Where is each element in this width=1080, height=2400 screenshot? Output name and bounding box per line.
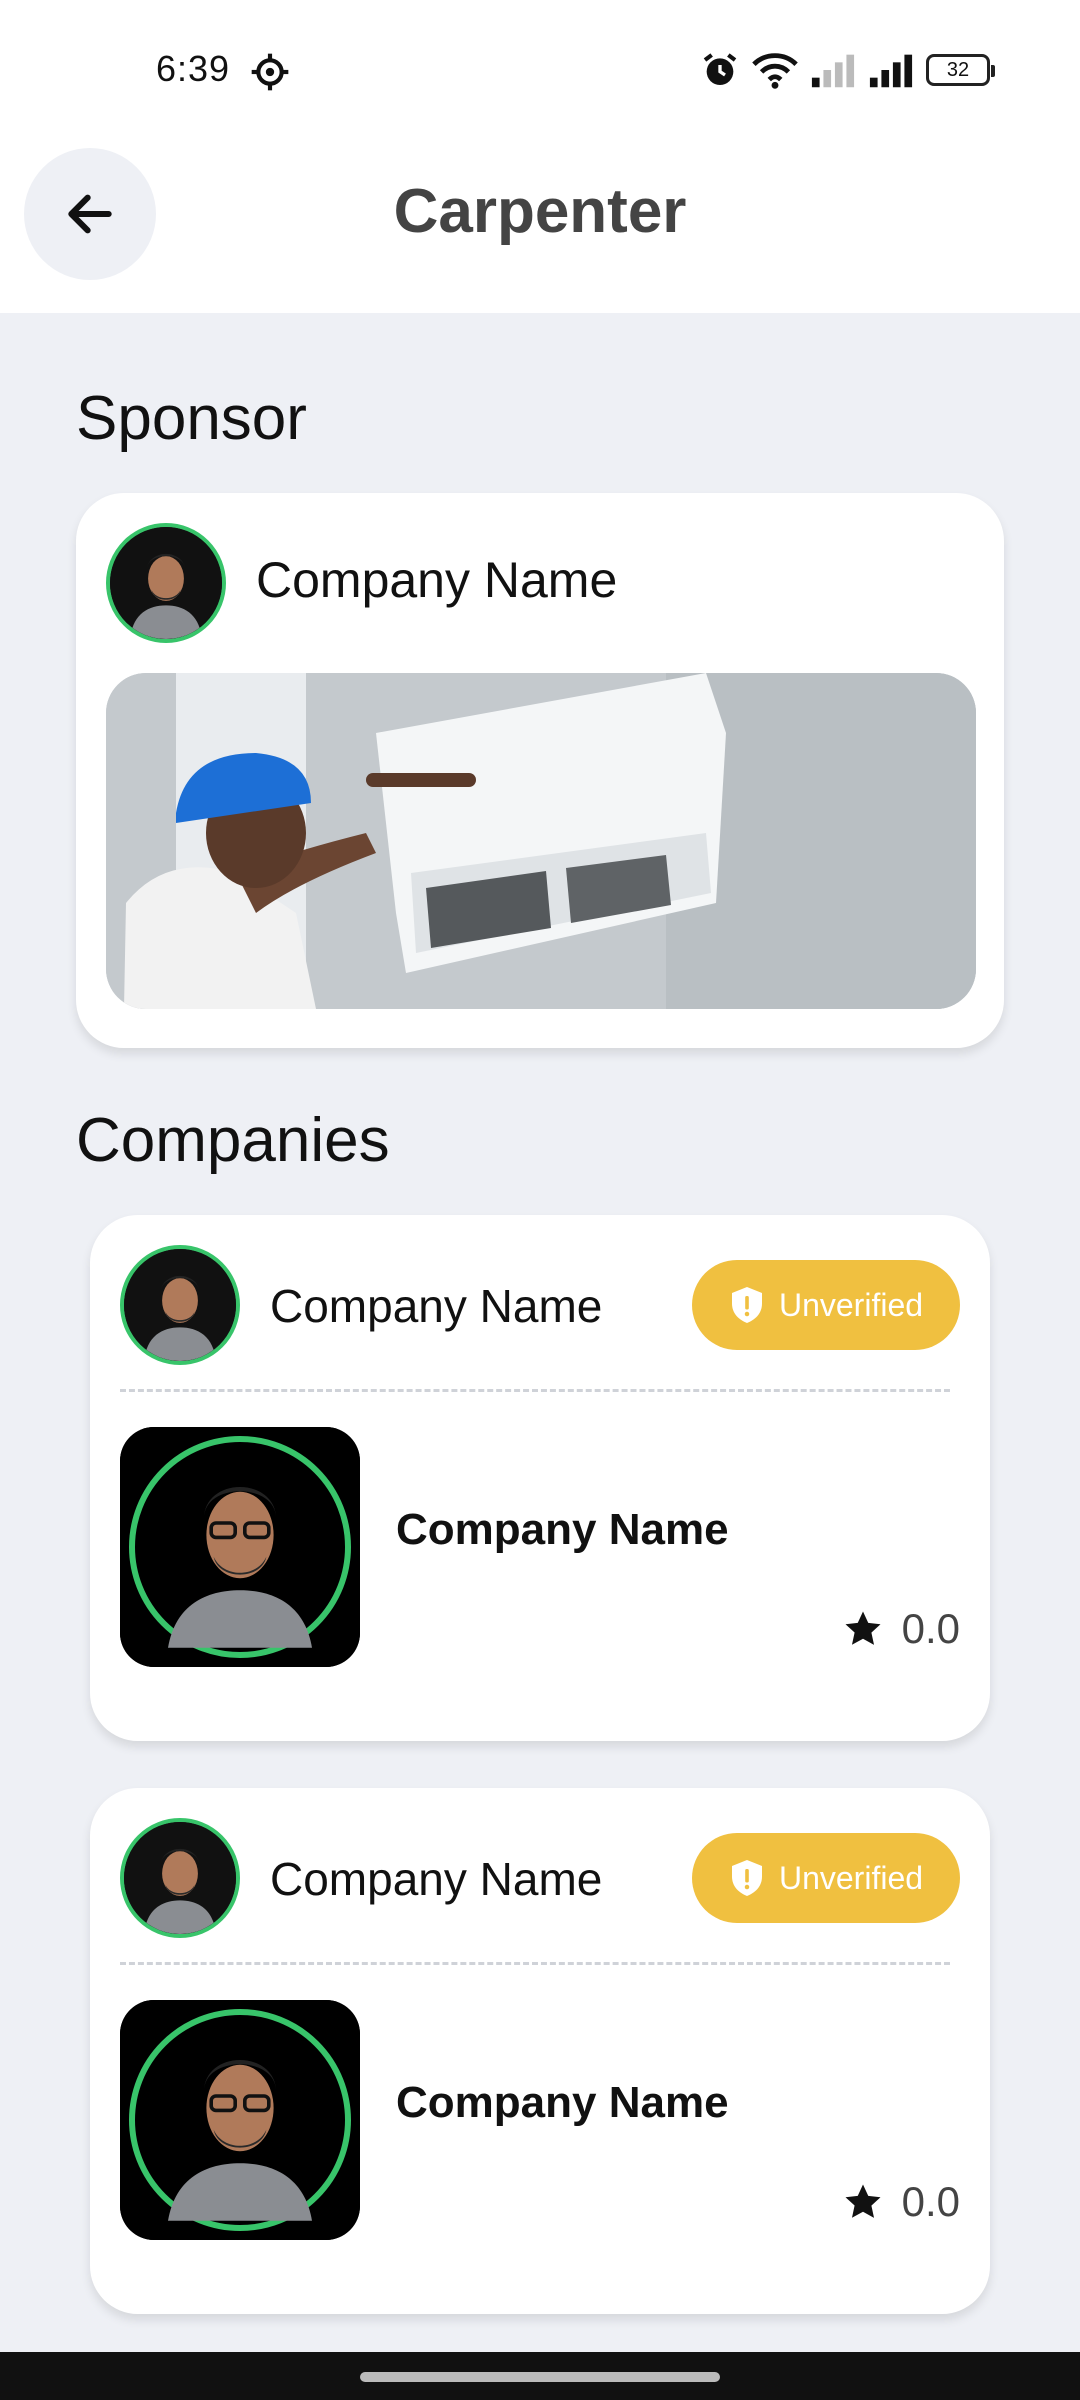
home-gesture-handle[interactable] xyxy=(360,2372,720,2382)
battery-level: 32 xyxy=(946,58,970,81)
unverified-badge: Unverified xyxy=(692,1833,960,1923)
shield-alert-icon xyxy=(731,1860,762,1896)
alarm-icon xyxy=(703,53,737,85)
app-bar: Carpenter xyxy=(0,140,1080,313)
star-icon xyxy=(845,2184,881,2218)
badge-label: Unverified xyxy=(778,1286,924,1323)
settings-gear-icon xyxy=(251,53,289,91)
rating: 0.0 xyxy=(842,1605,960,1653)
shield-alert-icon xyxy=(731,1287,762,1323)
person-portrait-icon xyxy=(120,2000,360,2240)
signal-strong-icon xyxy=(869,54,913,88)
unverified-badge: Unverified xyxy=(692,1260,960,1350)
page-title: Carpenter xyxy=(393,177,687,246)
company-card[interactable]: Company Name Unverified Company Name 0.0 xyxy=(90,1215,990,1741)
company-title: Company Name xyxy=(396,2078,729,2127)
company-name: Company Name xyxy=(270,1280,603,1332)
status-icons: 32 xyxy=(700,48,995,92)
technician-air-conditioner-image xyxy=(106,673,976,1009)
sponsor-company-name: Company Name xyxy=(256,552,618,608)
person-avatar-icon xyxy=(124,1822,236,1934)
sponsor-avatar xyxy=(106,523,226,643)
company-avatar xyxy=(120,1245,240,1365)
company-title: Company Name xyxy=(396,1505,729,1554)
person-portrait-icon xyxy=(120,1427,360,1667)
company-avatar xyxy=(120,1818,240,1938)
rating: 0.0 xyxy=(842,2178,960,2226)
sponsor-heading: Sponsor xyxy=(76,384,307,453)
system-nav-bar xyxy=(0,2352,1080,2400)
company-name: Company Name xyxy=(270,1853,603,1905)
company-logo xyxy=(120,1427,360,1667)
signal-weak-icon xyxy=(811,54,855,88)
sponsor-card[interactable]: Company Name xyxy=(76,493,1004,1048)
status-bar: 6:39 32 xyxy=(0,0,1080,140)
rating-value: 0.0 xyxy=(901,2178,960,2225)
status-time: 6:39 xyxy=(156,48,231,89)
rating-value: 0.0 xyxy=(901,1605,960,1652)
company-logo xyxy=(120,2000,360,2240)
divider xyxy=(120,1962,950,1965)
badge-label: Unverified xyxy=(778,1859,924,1896)
person-avatar-icon xyxy=(110,527,222,639)
company-card[interactable]: Company Name Unverified Company Name 0.0 xyxy=(90,1788,990,2314)
divider xyxy=(120,1389,950,1392)
wifi-icon xyxy=(752,53,798,89)
person-avatar-icon xyxy=(124,1249,236,1361)
sponsor-banner-image xyxy=(106,673,976,1009)
battery-icon: 32 xyxy=(926,54,995,86)
companies-heading: Companies xyxy=(76,1106,390,1175)
star-icon xyxy=(845,1611,881,1645)
